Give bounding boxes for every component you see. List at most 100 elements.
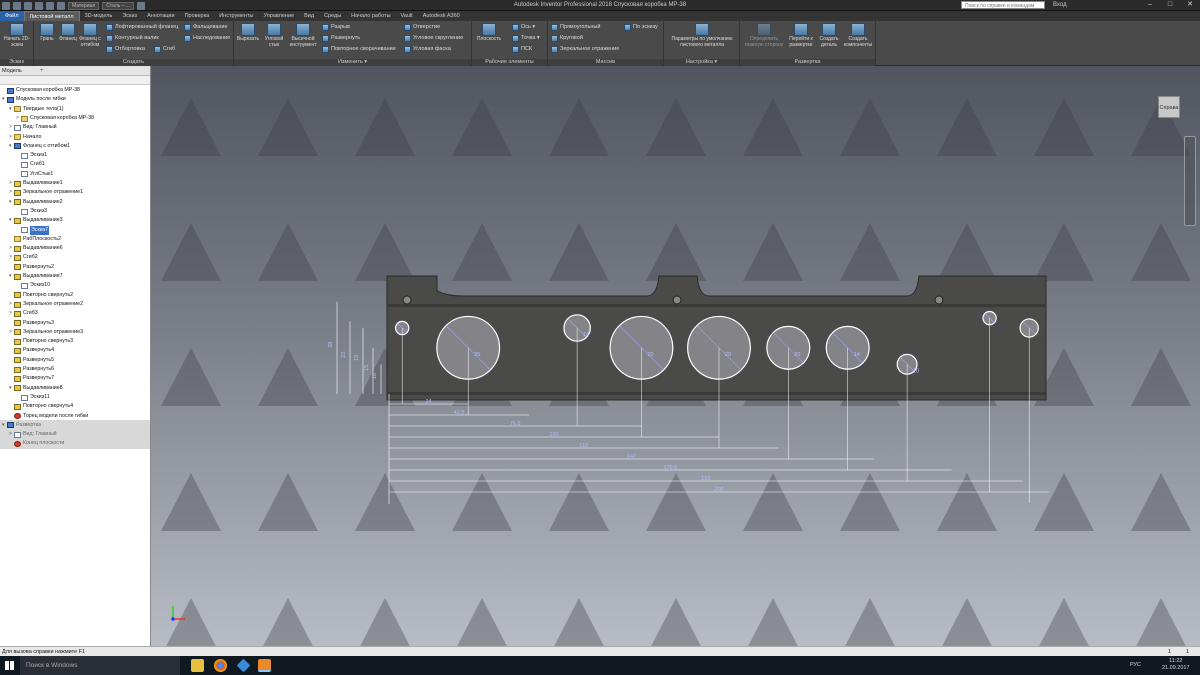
login-button[interactable]: Вход (1053, 1, 1067, 10)
ucs-button[interactable]: ПСК (512, 45, 532, 54)
tab-12[interactable]: Autodesk A360 (418, 11, 465, 21)
tab-9[interactable]: Среды (319, 11, 346, 21)
hem-button[interactable]: Отбортовка (106, 45, 145, 54)
tree-node[interactable]: Эскиз1 (16, 151, 47, 160)
refold-button[interactable]: Повторное сворачивание (322, 45, 396, 54)
tree-node[interactable]: Развернуть4 (9, 346, 54, 355)
explorer-icon[interactable] (191, 659, 204, 672)
tree-node[interactable]: Развернуть5 (9, 356, 54, 365)
new-icon[interactable] (13, 1, 21, 10)
tree-node[interactable]: ▾ Выдавливание3 (9, 216, 63, 225)
graphics-window[interactable]: 25 20 20 20 14 14 10 28 22 13 15 10 24 42,5 76,5 100 118… (151, 66, 1200, 646)
tree-node[interactable]: Торец модели после гибки (9, 412, 88, 421)
add-browser-tab-icon[interactable]: + (40, 67, 44, 75)
chrome-icon[interactable] (214, 659, 227, 672)
contour-roll-button[interactable]: Контурный валик (106, 34, 159, 43)
axis-button[interactable]: Ось ▾ (512, 23, 535, 32)
redo-icon[interactable] (57, 1, 65, 10)
punch-tool-button[interactable]: Высечной инструмент (288, 23, 318, 48)
tab-0[interactable]: Файл (0, 11, 24, 21)
tree-node[interactable]: > Начало (9, 133, 41, 142)
tree-node[interactable]: ▾ Твердые тела(1) (9, 105, 64, 114)
tree-node[interactable]: > Зеркальное отражение2 (9, 300, 83, 309)
tree-node[interactable]: Развернуть3 (9, 319, 54, 328)
tab-11[interactable]: Vault (396, 11, 418, 21)
derive-button[interactable]: Наследование (184, 34, 230, 43)
language-indicator[interactable]: РУС (1130, 662, 1141, 668)
maximize-button[interactable]: □ (1160, 0, 1180, 10)
clock[interactable]: 11:22 21.09.2017 (1162, 658, 1190, 672)
tab-8[interactable]: Вид (299, 11, 319, 21)
tree-node[interactable]: Развернуть7 (9, 374, 54, 383)
tree-node[interactable]: Эскиз3 (16, 207, 47, 216)
tree-node[interactable]: Эскиз10 (16, 281, 50, 290)
viewcube[interactable]: Справа (1158, 96, 1180, 118)
sheet-metal-defaults-button[interactable]: Параметры по умолчанию листового металла (668, 23, 736, 48)
mirror-button[interactable]: Зеркальное отражение (551, 45, 619, 54)
make-components-button[interactable]: Создать компоненты (842, 23, 874, 48)
drawing-canvas[interactable]: 25 20 20 20 14141028221315102442,576,5100118… (151, 66, 1200, 646)
tree-node[interactable]: > Сгиб2 (9, 253, 38, 262)
start-sketch-button[interactable]: Начать 2D-эскиз (4, 23, 30, 48)
minimize-button[interactable]: – (1140, 0, 1160, 10)
tree-node[interactable]: Развернуть2 (9, 263, 54, 272)
windows-search-input[interactable]: Поиск в Windows (20, 656, 180, 675)
tree-node[interactable]: Спусковая коробка МР-38 (2, 86, 80, 95)
fold-button[interactable]: Фальцевание (184, 23, 228, 32)
tree-node[interactable]: Повторно свернуть2 (9, 291, 73, 300)
rip-button[interactable]: Разрыв (322, 23, 350, 32)
flange-button[interactable]: Фланец (56, 23, 80, 43)
sketch-pattern-button[interactable]: По эскизу (624, 23, 658, 32)
unfold-button[interactable]: Развернуть (322, 34, 360, 43)
hole-button[interactable]: Отверстие (404, 23, 440, 32)
tree-node[interactable]: Эскиз7 (16, 225, 50, 235)
tree-node[interactable]: > Вид: Главный (9, 430, 57, 439)
tree-node[interactable]: > Вид: Главный (9, 123, 57, 132)
close-button[interactable]: ✕ (1180, 0, 1200, 10)
tree-node[interactable]: > Выдавливание1 (9, 179, 63, 188)
bend-button[interactable]: Сгиб (154, 45, 175, 54)
inventor-icon[interactable] (258, 659, 271, 672)
tree-node[interactable]: ▾ Модель после гибки (2, 95, 66, 104)
material-dropdown[interactable]: Материал (68, 1, 100, 10)
help-search-input[interactable]: Поиск по справке и командам (961, 1, 1045, 9)
tree-node[interactable]: Повторно свернуть4 (9, 402, 73, 411)
tree-node[interactable]: > Выдавливание6 (9, 244, 63, 253)
tree-node[interactable]: ▾ Развертка (2, 421, 41, 430)
tab-2[interactable]: 3D-модель (80, 11, 118, 21)
tree-node[interactable]: > Зеркальное отражение1 (9, 188, 83, 197)
tree-node[interactable]: Эскиз11 (16, 393, 50, 402)
undo-icon[interactable] (46, 1, 54, 10)
save-icon[interactable] (35, 1, 43, 10)
make-part-button[interactable]: Создать деталь (818, 23, 840, 48)
tree-node[interactable]: > Спусковая коробка МР-38 (16, 114, 94, 123)
tree-node[interactable]: Развернуть6 (9, 365, 54, 374)
tree-node[interactable]: ▾ Выдавливание7 (9, 272, 63, 281)
tab-3[interactable]: Эскиз (117, 11, 142, 21)
point-button[interactable]: Точка ▾ (512, 34, 540, 43)
cut-button[interactable]: Вырезать (236, 23, 260, 43)
contour-flange-button[interactable]: Фланец с отгибом (78, 23, 102, 48)
tab-6[interactable]: Инструменты (214, 11, 258, 21)
tree-node[interactable]: Конец плоскости (9, 439, 64, 448)
file-icon[interactable] (2, 1, 10, 10)
plane-button[interactable]: Плоскость (474, 23, 504, 43)
circular-pattern-button[interactable]: Круговой (551, 34, 583, 43)
tree-node[interactable]: ▾ Фланец с отгибом1 (9, 142, 70, 151)
navigation-bar[interactable] (1184, 136, 1196, 226)
tab-7[interactable]: Управление (259, 11, 300, 21)
tab-10[interactable]: Начало работы (346, 11, 395, 21)
define-a-side-button[interactable]: Определить главную сторону (744, 23, 784, 48)
app-icon[interactable] (236, 658, 251, 673)
tree-node[interactable]: > Сгиб3 (9, 309, 38, 318)
tab-1[interactable]: Листовой металл (23, 11, 80, 21)
start-button[interactable] (0, 656, 20, 675)
tab-4[interactable]: Аннотации (142, 11, 180, 21)
go-to-flat-pattern-button[interactable]: Перейти к развертке (786, 23, 816, 48)
lofted-flange-button[interactable]: Лофтированный фланец (106, 23, 178, 32)
tree-node[interactable]: ▾ Выдавливание2 (9, 198, 63, 207)
tree-node[interactable]: Повторно свернуть3 (9, 337, 73, 346)
corner-round-button[interactable]: Угловое скругление (404, 34, 463, 43)
corner-seam-button[interactable]: Угловой стык (262, 23, 286, 48)
corner-chamfer-button[interactable]: Угловая фаска (404, 45, 451, 54)
